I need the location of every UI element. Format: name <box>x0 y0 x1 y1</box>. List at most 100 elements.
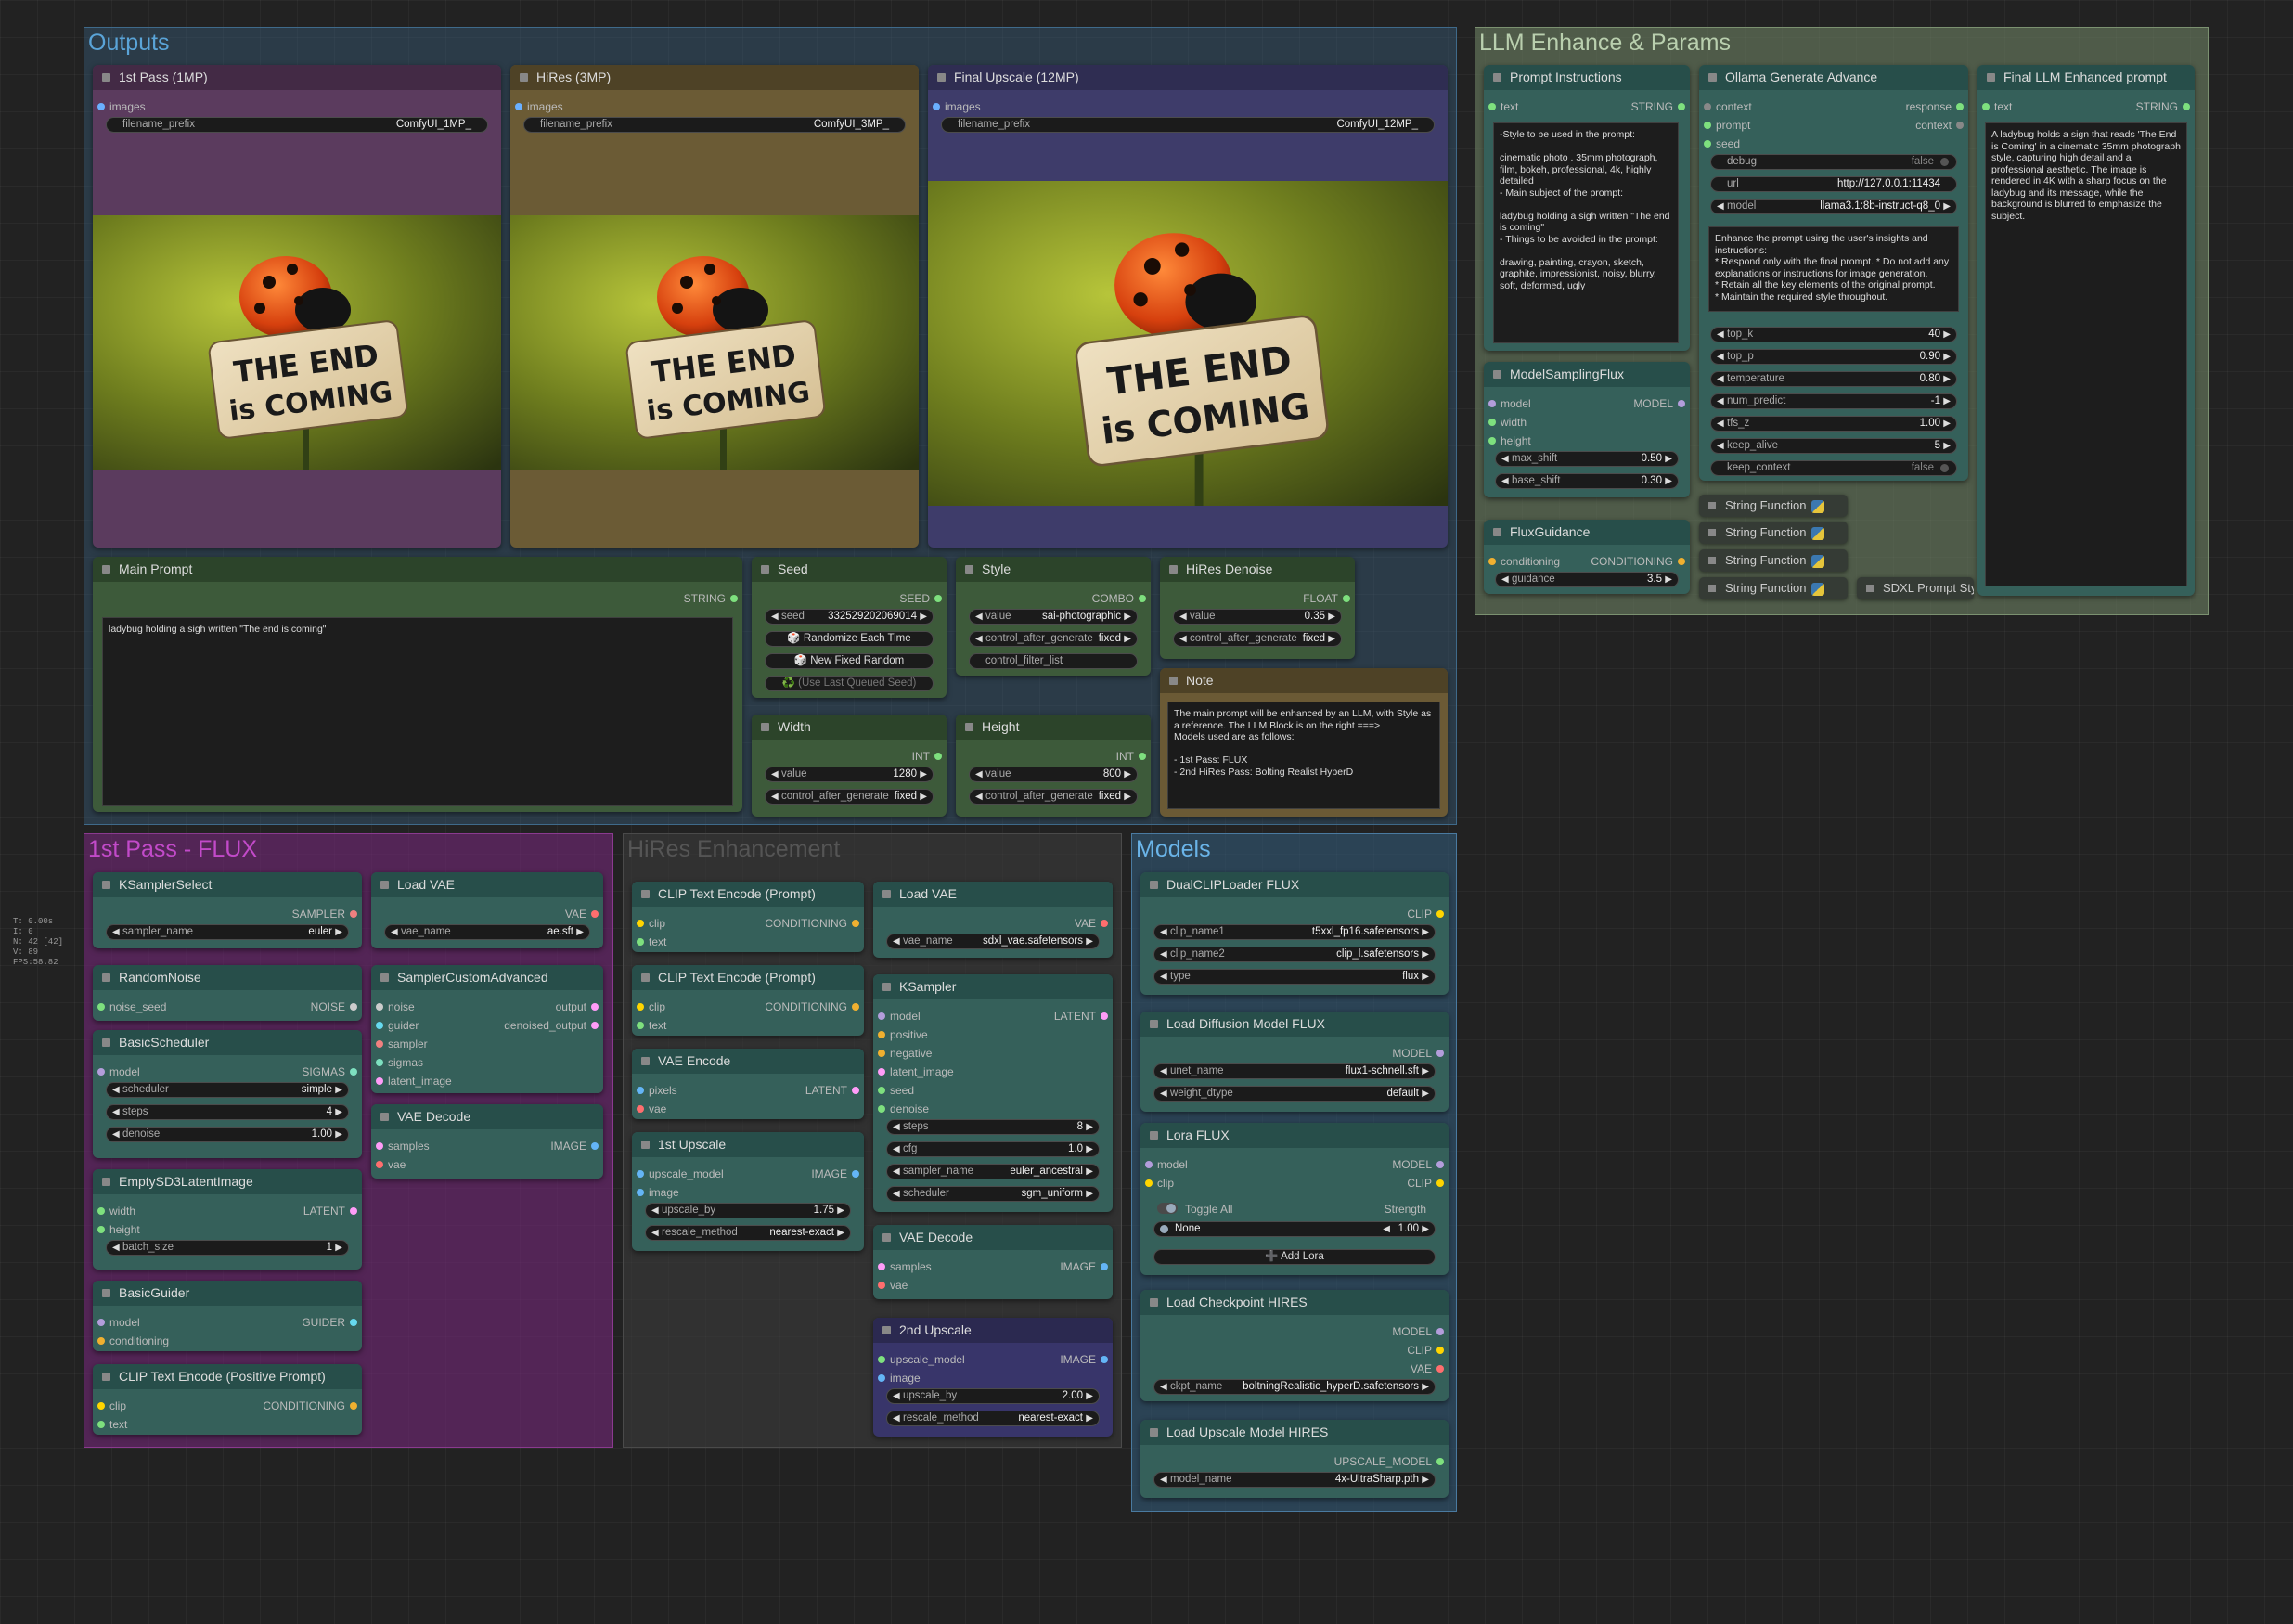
scheduler-select[interactable]: ◀ scheduler sgm_uniform ▶ <box>886 1186 1100 1202</box>
conditioning-input[interactable]: conditioning <box>1488 555 1560 568</box>
keep-context-toggle[interactable]: keep_context false <box>1710 460 1957 476</box>
second-upscale-node[interactable]: 2nd Upscale upscale_model image IMAGE ◀ u… <box>873 1318 1113 1437</box>
vae-output[interactable]: VAE <box>565 908 599 921</box>
load-upscale-model-node[interactable]: Load Upscale Model HIRES UPSCALE_MODEL ◀… <box>1140 1420 1449 1498</box>
batch-size-field[interactable]: ◀ batch_size 1 ▶ <box>106 1240 349 1256</box>
control-after-generate-select[interactable]: ◀ control_after_generate fixed ▶ <box>1173 631 1342 647</box>
upscale-by-field[interactable]: ◀ upscale_by 2.00 ▶ <box>886 1388 1100 1404</box>
clip-input[interactable]: clip <box>636 1000 665 1013</box>
ksampler-hires-node[interactable]: KSampler model positive negative latent_… <box>873 974 1113 1212</box>
add-lora-button[interactable]: ➕ Add Lora <box>1153 1249 1436 1265</box>
vae-name-select[interactable]: ◀ vae_name ae.sft ▶ <box>384 924 590 940</box>
vae-input[interactable]: vae <box>636 1102 666 1115</box>
latent-image-input[interactable]: latent_image <box>376 1075 452 1088</box>
clip-input[interactable]: clip <box>636 917 665 930</box>
clip-input[interactable]: clip <box>1144 1177 1174 1190</box>
seed-input[interactable]: seed <box>1703 137 1740 150</box>
keep-alive-field[interactable]: ◀ keep_alive 5 ▶ <box>1710 438 1957 454</box>
conditioning-input[interactable]: conditioning <box>97 1334 169 1347</box>
num-predict-field[interactable]: ◀ num_predict -1 ▶ <box>1710 393 1957 409</box>
weight-dtype-select[interactable]: ◀ weight_dtype default ▶ <box>1153 1086 1436 1102</box>
new-fixed-random-button[interactable]: 🎲 New Fixed Random <box>765 653 934 669</box>
sampler-custom-advanced-node[interactable]: SamplerCustomAdvanced noise guider sampl… <box>371 965 603 1093</box>
string-function-node-4[interactable]: String Function <box>1699 577 1848 599</box>
url-field[interactable]: url http://127.0.0.1:11434 <box>1710 176 1957 192</box>
load-diffusion-model-node[interactable]: Load Diffusion Model FLUX MODEL ◀ unet_na… <box>1140 1012 1449 1112</box>
latent-output[interactable]: LATENT <box>805 1084 860 1097</box>
temperature-field[interactable]: ◀ temperature 0.80 ▶ <box>1710 371 1957 387</box>
vae-input[interactable]: vae <box>375 1158 406 1171</box>
vae-decode-hires-node[interactable]: VAE Decode samples vae IMAGE <box>873 1225 1113 1299</box>
model-output[interactable]: MODEL <box>1633 397 1685 410</box>
control-filter-list-field[interactable]: control_filter_list <box>969 653 1138 669</box>
response-output[interactable]: response <box>1906 100 1965 113</box>
images-input[interactable]: images <box>933 100 981 113</box>
model-input[interactable]: model <box>878 1010 921 1023</box>
guider-output[interactable]: GUIDER <box>302 1316 357 1329</box>
save-image-1mp[interactable]: 1st Pass (1MP) images filename_prefix Com… <box>93 65 501 548</box>
scheduler-select[interactable]: ◀ scheduler simple ▶ <box>106 1082 349 1098</box>
model-output[interactable]: MODEL <box>1392 1158 1444 1171</box>
guider-input[interactable]: guider <box>375 1019 419 1032</box>
randomize-each-time-button[interactable]: 🎲 Randomize Each Time <box>765 631 934 647</box>
model-sampling-flux-node[interactable]: ModelSamplingFlux model width height MOD… <box>1484 362 1690 497</box>
prompt-instructions-node[interactable]: Prompt Instructions text STRING -Style t… <box>1484 65 1690 351</box>
filename-prefix-field[interactable]: filename_prefix ComfyUI_3MP_ <box>523 117 906 133</box>
string-output[interactable]: STRING <box>2136 100 2191 113</box>
seed-field[interactable]: ◀ seed 332529202069014 ▶ <box>765 609 934 625</box>
model-output[interactable]: MODEL <box>1392 1325 1444 1338</box>
lora-row[interactable]: None ◀ 1.00 ▶ <box>1153 1221 1436 1237</box>
clip-name2-select[interactable]: ◀ clip_name2 clip_l.safetensors ▶ <box>1153 947 1436 962</box>
image-output[interactable]: IMAGE <box>1060 1260 1108 1273</box>
denoised-output[interactable]: denoised_output <box>504 1019 599 1032</box>
clip-output[interactable]: CLIP <box>1407 1177 1444 1190</box>
noise-output[interactable]: NOISE <box>311 1000 358 1013</box>
height-value-field[interactable]: ◀ value 800 ▶ <box>969 767 1138 782</box>
string-output[interactable]: STRING <box>684 592 739 605</box>
load-checkpoint-hires-node[interactable]: Load Checkpoint HIRES MODEL CLIP VAE ◀ ck… <box>1140 1290 1449 1401</box>
conditioning-output[interactable]: CONDITIONING <box>1591 555 1685 568</box>
clip-text-encode-2-node[interactable]: CLIP Text Encode (Prompt) clip text COND… <box>632 965 864 1036</box>
upscale-model-output[interactable]: UPSCALE_MODEL <box>1334 1455 1445 1468</box>
samples-input[interactable]: samples <box>878 1260 932 1273</box>
guidance-field[interactable]: ◀ guidance 3.5 ▶ <box>1495 572 1679 587</box>
clip-output[interactable]: CLIP <box>1407 908 1444 921</box>
type-select[interactable]: ◀ type flux ▶ <box>1153 969 1436 985</box>
main-prompt-textarea[interactable]: ladybug holding a sigh written "The end … <box>102 617 733 806</box>
model-input[interactable]: model <box>1145 1158 1188 1171</box>
seed-input[interactable]: seed <box>877 1084 914 1097</box>
width-input[interactable]: width <box>97 1205 135 1218</box>
negative-input[interactable]: negative <box>877 1047 932 1060</box>
prompt-input[interactable]: prompt <box>1703 119 1750 132</box>
save-image-3mp[interactable]: HiRes (3MP) images filename_prefix ComfyU… <box>510 65 919 548</box>
vae-input[interactable]: vae <box>877 1279 908 1292</box>
model-input[interactable]: model <box>1488 397 1531 410</box>
load-vae-flux-node[interactable]: Load VAE VAE ◀ vae_name ae.sft ▶ <box>371 872 603 948</box>
ollama-generate-node[interactable]: Ollama Generate Advance context prompt s… <box>1699 65 1968 481</box>
string-output[interactable]: STRING <box>1631 100 1686 113</box>
style-select[interactable]: ◀ value sai-photographic ▶ <box>969 609 1138 625</box>
conditioning-output[interactable]: CONDITIONING <box>765 917 859 930</box>
sampler-input[interactable]: sampler <box>376 1038 428 1050</box>
latent-image-input[interactable]: latent_image <box>878 1065 954 1078</box>
context-input[interactable]: context <box>1704 100 1752 113</box>
main-prompt-node[interactable]: Main Prompt STRING ladybug holding a sig… <box>93 557 742 812</box>
image-output[interactable]: IMAGE <box>550 1140 599 1153</box>
output-output[interactable]: output <box>556 1000 599 1013</box>
vae-output[interactable]: VAE <box>1411 1362 1445 1375</box>
pixels-input[interactable]: pixels <box>637 1084 677 1097</box>
seed-output[interactable]: SEED <box>899 592 942 605</box>
sampler-output[interactable]: SAMPLER <box>292 908 358 921</box>
text-input[interactable]: text <box>636 935 666 948</box>
ckpt-name-select[interactable]: ◀ ckpt_name boltningRealistic_hyperD.safet… <box>1153 1379 1436 1395</box>
height-input[interactable]: height <box>1488 434 1531 447</box>
model-input[interactable]: model <box>97 1316 140 1329</box>
text-input[interactable]: text <box>97 1418 127 1431</box>
height-input[interactable]: height <box>97 1223 140 1236</box>
empty-sd3-latent-node[interactable]: EmptySD3LatentImage width height LATENT … <box>93 1169 362 1270</box>
image-input[interactable]: image <box>878 1372 921 1385</box>
vae-decode-flux-node[interactable]: VAE Decode samples vae IMAGE <box>371 1104 603 1179</box>
int-output[interactable]: INT <box>1116 750 1147 763</box>
dual-clip-loader-node[interactable]: DualCLIPLoader FLUX CLIP ◀ clip_name1 t5xx… <box>1140 872 1449 995</box>
vae-output[interactable]: VAE <box>1075 917 1109 930</box>
